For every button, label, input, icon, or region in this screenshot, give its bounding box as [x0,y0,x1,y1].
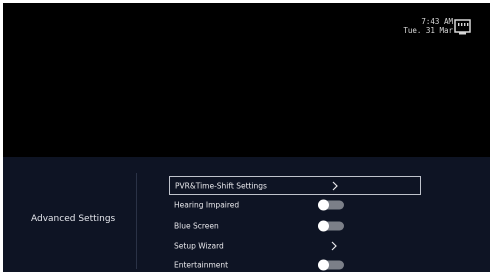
status-clock: 7:43 AM Tue. 31 Mar [383,17,453,35]
menu-item-entertainment[interactable]: Entertainment [169,255,421,272]
toggle-knob [318,199,329,210]
menu-item-label: PVR&Time-Shift Settings [175,181,267,190]
chevron-right-icon [332,181,338,190]
menu-item-label: Hearing Impaired [174,200,240,209]
menu-item-pvr-timeshift[interactable]: PVR&Time-Shift Settings [169,176,421,195]
toggle-knob [318,259,329,270]
hearing-impaired-toggle[interactable] [318,199,344,210]
panel-divider [136,173,137,269]
entertainment-toggle[interactable] [318,259,344,270]
chevron-right-icon [331,241,337,250]
menu-item-blue-screen[interactable]: Blue Screen [169,216,421,235]
blue-screen-toggle[interactable] [318,220,344,231]
clock-time: 7:43 AM [421,17,453,26]
advanced-settings-panel: Advanced Settings PVR&Time-Shift Setting… [3,157,490,272]
menu-item-hearing-impaired[interactable]: Hearing Impaired [169,195,421,214]
menu-item-label: Entertainment [174,260,229,269]
panel-title: Advanced Settings [31,214,116,224]
menu-item-setup-wizard[interactable]: Setup Wizard [169,236,421,255]
tv-screen: 7:43 AM Tue. 31 Mar Advanced Settings PV… [3,3,490,272]
toggle-knob [318,220,329,231]
ethernet-icon [454,19,471,35]
menu-item-label: Blue Screen [174,221,219,230]
clock-date: Tue. 31 Mar [403,26,453,35]
menu-item-label: Setup Wizard [174,241,224,250]
